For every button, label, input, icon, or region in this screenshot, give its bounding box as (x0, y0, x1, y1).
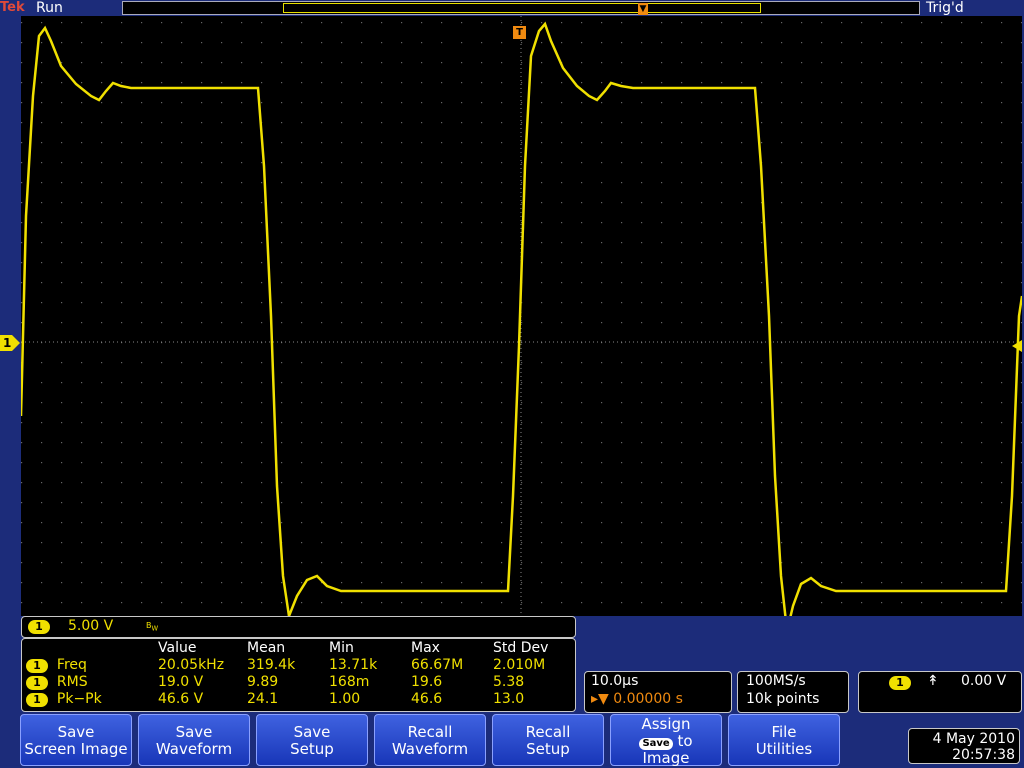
trigger-level-icon (1012, 337, 1022, 356)
button-label-1: Recall (407, 723, 453, 741)
brand-logo: Tek (0, 0, 25, 15)
horizontal-scale: 10.0µs (591, 673, 639, 689)
time: 20:57:38 (952, 747, 1015, 763)
button-label-2: Waveform (155, 740, 233, 758)
button-label-1: Save (175, 723, 213, 741)
button-label-1: Recall (525, 723, 571, 741)
measurements-header-row: Value Mean Min Max Std Dev (22, 640, 573, 657)
channel-badge: 1 (28, 620, 50, 634)
channel-badge: 1 (26, 659, 48, 673)
button-label-1: Save (293, 723, 331, 741)
table-row: 1 Pk−Pk 46.6 V 24.1 1.00 46.6 13.0 (22, 691, 573, 708)
measurement-name: Pk−Pk (56, 691, 102, 707)
trigger-marker: T (513, 26, 526, 39)
assign-save-button[interactable]: Assign Save to Image (610, 714, 722, 767)
trigger-readout[interactable]: 1 ↟ 0.00 V (858, 671, 1022, 713)
button-label-2: Screen Image (24, 740, 128, 758)
trigger-position-icon: ▼ (638, 3, 648, 15)
timebase-readout[interactable]: 10.0µs ▸▼ 0.00000 s (584, 671, 732, 713)
cell-value: 46.6 V (158, 691, 204, 707)
button-label-2: Waveform (391, 740, 469, 758)
cell-mean: 24.1 (247, 691, 279, 707)
button-label-2: Setup (526, 740, 570, 758)
measurements-panel[interactable]: Value Mean Min Max Std Dev 1 Freq 20.05k… (21, 638, 576, 712)
save-waveform-button[interactable]: Save Waveform (138, 714, 250, 766)
date: 4 May 2010 (932, 731, 1015, 747)
bandwidth-limit-icon: BW (146, 621, 159, 633)
header-std-dev: Std Dev (493, 640, 549, 656)
trigger-state: Trig'd (926, 0, 964, 16)
cell-min: 13.71k (329, 657, 378, 673)
recall-setup-button[interactable]: Recall Setup (492, 714, 604, 766)
button-label-1: File (771, 723, 797, 741)
header-mean: Mean (247, 640, 286, 656)
cell-mean: 319.4k (247, 657, 296, 673)
button-label-1: Assign (641, 715, 691, 733)
cell-min: 1.00 (329, 691, 361, 707)
button-label-1: Save (57, 723, 95, 741)
cell-std-dev: 5.38 (493, 674, 525, 690)
trigger-level: 0.00 V (961, 673, 1007, 689)
cell-mean: 9.89 (247, 674, 279, 690)
ground-marker-label: 1 (3, 336, 12, 350)
file-utilities-button[interactable]: File Utilities (728, 714, 840, 766)
channel-1-ground-marker[interactable]: 1 (0, 335, 20, 351)
button-label-2: Setup (290, 740, 334, 758)
horizontal-position: ▸▼ 0.00000 s (591, 691, 683, 707)
measurement-name: Freq (56, 657, 87, 673)
cell-max: 46.6 (411, 691, 443, 707)
run-state: Run (36, 0, 63, 16)
record-view[interactable]: ▼ (122, 1, 920, 15)
channel-scale: 5.00 V (68, 618, 114, 634)
button-label-mid: Save to (611, 733, 721, 750)
cell-std-dev: 2.010M (493, 657, 546, 673)
status-bar: Tek Run ▼ Trig'd (0, 0, 1024, 16)
channel-badge: 1 (26, 676, 48, 690)
measurements-table: Value Mean Min Max Std Dev 1 Freq 20.05k… (22, 640, 573, 708)
sample-rate: 100MS/s (746, 673, 806, 689)
table-row: 1 Freq 20.05kHz 319.4k 13.71k 66.67M 2.0… (22, 657, 573, 674)
header-max: Max (411, 640, 440, 656)
button-label-to: to (677, 732, 693, 750)
cell-std-dev: 13.0 (493, 691, 525, 707)
cell-value: 19.0 V (158, 674, 204, 690)
trigger-delay-icon: ▸▼ (591, 691, 609, 707)
measurement-label: 1 RMS (22, 674, 158, 691)
date-time-readout: 4 May 2010 20:57:38 (908, 728, 1020, 764)
graticule (19, 16, 1024, 632)
acquisition-readout[interactable]: 100MS/s 10k points (737, 671, 849, 713)
save-setup-button[interactable]: Save Setup (256, 714, 368, 766)
waveform-display (19, 16, 1024, 632)
button-label-2: Utilities (755, 740, 813, 758)
cell-max: 19.6 (411, 674, 443, 690)
cell-value: 20.05kHz (158, 657, 225, 673)
trigger-source-badge: 1 (889, 676, 911, 690)
record-window (283, 3, 761, 13)
channel-badge: 1 (26, 693, 48, 707)
position-value: 0.00000 s (613, 691, 683, 707)
header-value: Value (158, 640, 197, 656)
measurement-label: 1 Pk−Pk (22, 691, 158, 708)
measurement-name: RMS (56, 674, 88, 690)
record-length: 10k points (746, 691, 820, 707)
save-screen-image-button[interactable]: Save Screen Image (20, 714, 132, 766)
button-label-2: Image (642, 749, 690, 767)
table-row: 1 RMS 19.0 V 9.89 168m 19.6 5.38 (22, 674, 573, 691)
rising-edge-icon: ↟ (927, 673, 939, 689)
recall-waveform-button[interactable]: Recall Waveform (374, 714, 486, 766)
channel-1-scale-readout[interactable]: 1 5.00 V BW (21, 616, 576, 638)
header-min: Min (329, 640, 354, 656)
cell-max: 66.67M (411, 657, 464, 673)
header-blank (22, 640, 158, 657)
cell-min: 168m (329, 674, 370, 690)
measurement-label: 1 Freq (22, 657, 158, 674)
